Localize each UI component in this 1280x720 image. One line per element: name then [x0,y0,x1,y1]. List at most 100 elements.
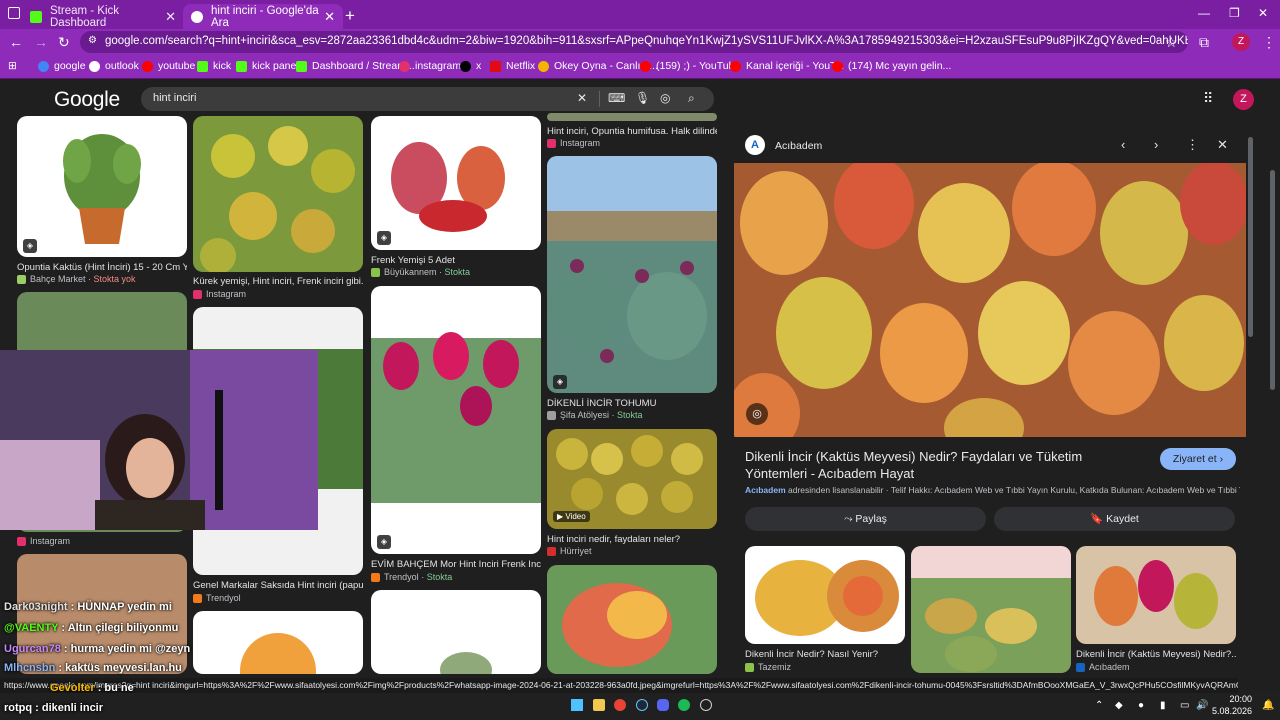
result-title[interactable]: EVİM BAHÇEM Mor Hint Inciri Frenk Inciri… [371,559,541,570]
lens-icon[interactable]: ◎ [660,91,670,105]
bookmark-instagram[interactable]: instagram [399,60,461,72]
result-image-frenk-yemisi[interactable]: ◈ [371,116,541,250]
extensions-icon[interactable]: ⧉ [1199,34,1209,51]
search-input[interactable]: hint inciri [153,92,196,104]
result-image-fruit-crate[interactable] [17,554,187,674]
page-scrollbar[interactable] [1270,170,1275,390]
result-image-yellow-fruits[interactable] [193,116,363,272]
related-image-3[interactable] [1076,546,1236,644]
result-image-dikenli-incir[interactable]: ◈ [547,156,717,393]
obs-icon[interactable] [700,699,712,711]
search-box[interactable]: hint inciri ✕ ⌨ 🎙 ◎ ⌕ [141,87,714,111]
related-title[interactable]: Dikenli İncir Nedir? Nasıl Yenir? [745,649,905,660]
result-image-purple-fruit[interactable]: ◈ [371,286,541,554]
tab-search-icon[interactable] [8,7,20,19]
tray-app-icon[interactable]: ◆ [1115,700,1123,711]
result-source[interactable]: Hürriyet [547,546,592,556]
result-image-colorful-fruit[interactable] [547,565,717,674]
tab-kick-dashboard[interactable]: Stream - Kick Dashboard ✕ [22,4,184,29]
windows-start-icon[interactable] [571,699,583,711]
close-panel-icon[interactable]: ✕ [1217,137,1228,153]
file-explorer-icon[interactable] [593,699,605,711]
google-logo[interactable]: Google [54,88,120,112]
restore-icon[interactable]: ❐ [1229,6,1240,20]
bookmark-mc-yayin[interactable]: (174) Mc yayın gelin... [832,60,951,72]
panel-title[interactable]: Dikenli İncir (Kaktüs Meyvesi) Nedir? Fa… [745,448,1145,482]
result-source[interactable]: Bahçe Market · Stokta yok [17,274,136,284]
result-title[interactable]: Kürek yemişi, Hint inciri, Frenk inciri … [193,276,363,287]
next-icon[interactable]: › [1154,137,1158,152]
share-button[interactable]: ⤳ Paylaş [745,507,986,531]
minimize-icon[interactable]: — [1198,6,1210,20]
tray-chevron-icon[interactable]: ⌃ [1095,700,1103,711]
result-image-cactus-pot[interactable]: ◈ [17,116,187,257]
chrome-icon[interactable] [614,699,626,711]
related-image-1[interactable] [745,546,905,644]
menu-icon[interactable]: ⋮ [1262,34,1276,51]
result-source[interactable]: Instagram [547,138,600,148]
result-title[interactable]: DİKENLİ İNCİR TOHUMU [547,398,717,409]
tray-app-icon[interactable]: ● [1138,700,1144,711]
bookmark-youtube-159[interactable]: (159) ;) - YouTube [640,60,740,72]
apps-icon[interactable]: ⊞ [8,60,17,72]
visit-button[interactable]: Ziyaret et › [1160,448,1236,470]
save-button[interactable]: 🔖 Kaydet [994,507,1235,531]
bookmark-kick-panel[interactable]: kick panel [236,60,299,72]
back-icon[interactable]: ← [9,34,23,50]
account-avatar[interactable]: Z [1233,89,1254,110]
notifications-icon[interactable]: 🔔 [1262,700,1274,711]
related-source[interactable]: Acıbadem [1076,662,1130,672]
tab-google-search[interactable]: hint inciri - Google'da Ara ✕ [183,4,343,29]
result-source[interactable]: Büyükannem · Stokta [371,267,470,277]
related-image-2[interactable] [911,546,1071,673]
result-title[interactable]: Frenk Yemişi 5 Adet [371,255,541,266]
preview-image[interactable]: ◎ [734,163,1246,437]
bookmark-youtube[interactable]: youtube [142,60,195,72]
result-title[interactable]: Hint inciri nedir, faydaları neler? [547,534,717,545]
result-source[interactable]: Trendyol [193,593,241,603]
clock-date[interactable]: 5.08.2026 [1206,706,1252,716]
panel-site-name[interactable]: Acıbadem [775,140,822,152]
address-bar[interactable]: ⚙ google.com/search?q=hint+inciri&sca_es… [80,31,1188,53]
bookmark-netflix[interactable]: Netflix [490,60,535,72]
result-title[interactable]: Genel Markalar Saksıda Hint inciri (papu… [193,580,363,591]
result-source[interactable]: Instagram [193,289,246,299]
bookmark-google[interactable]: google [38,60,86,72]
bookmark-kick[interactable]: kick [197,60,231,72]
panel-scrollbar[interactable] [1248,137,1253,337]
close-icon[interactable]: ✕ [165,9,176,25]
spotify-icon[interactable] [678,699,690,711]
reload-icon[interactable]: ↻ [58,34,70,51]
result-source[interactable]: Şifa Atölyesi · Stokta [547,410,643,420]
steam-icon[interactable] [636,699,648,711]
tray-app-icon[interactable]: ▮ [1160,700,1166,711]
microphone-icon[interactable]: 🎙 [635,91,650,105]
result-image-orange-fruit[interactable] [193,611,363,674]
new-tab-button[interactable]: + [345,6,355,26]
profile-avatar[interactable]: Z [1232,33,1250,51]
discord-icon[interactable] [657,699,669,711]
result-source[interactable]: Trendyol · Stokta [371,572,452,582]
clear-icon[interactable]: ✕ [577,91,587,105]
bookmark-star-icon[interactable]: ☆ [1165,34,1178,51]
lens-search-icon[interactable]: ◎ [746,403,768,425]
close-icon[interactable]: ✕ [324,9,335,25]
bookmark-x[interactable]: x [460,60,481,72]
clock-time[interactable]: 20:00 [1222,694,1252,704]
keyboard-icon[interactable]: ⌨ [608,91,625,105]
search-icon[interactable]: ⌕ [688,91,695,106]
result-image-top-partial[interactable] [547,113,717,121]
result-image-hurriyet[interactable]: ▶ Video [547,429,717,529]
bookmark-kanal-icerigi[interactable]: Kanal içeriği - YouT... [730,60,844,72]
previous-icon[interactable]: ‹ [1121,137,1125,152]
forward-icon[interactable]: → [34,34,48,50]
result-source[interactable]: Instagram [17,536,70,546]
result-title[interactable]: Hint inciri, Opuntia humifusa. Halk dili… [547,126,717,137]
more-options-icon[interactable]: ⋮ [1186,137,1199,153]
related-source[interactable]: Tazemiz [745,662,791,672]
bookmark-dashboard[interactable]: Dashboard / Stream... [296,60,415,72]
license-source-link[interactable]: Acıbadem [745,485,786,495]
result-title[interactable]: Opuntia Kaktüs (Hint İnciri) 15 - 20 Cm … [17,262,187,273]
site-info-icon[interactable]: ⚙ [88,35,97,46]
result-image-small-cactus[interactable] [371,590,541,674]
